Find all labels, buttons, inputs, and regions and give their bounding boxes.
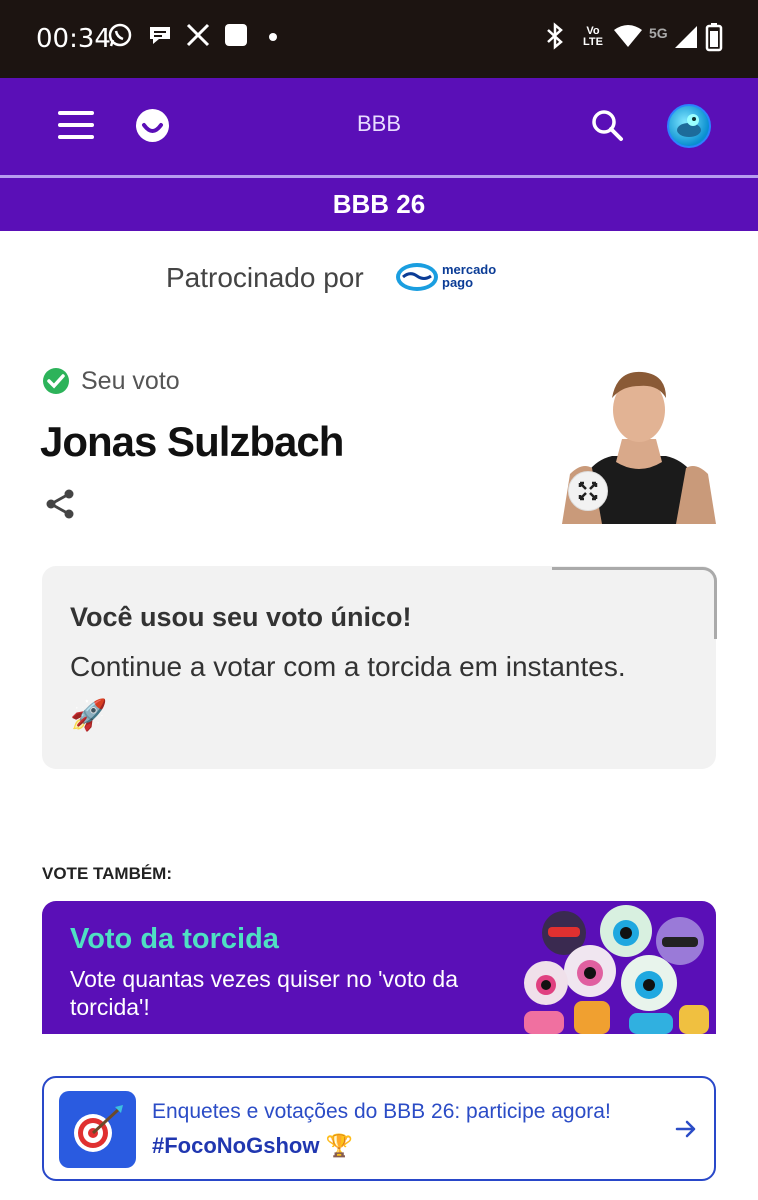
chat-icon xyxy=(150,27,170,44)
user-avatar[interactable] xyxy=(667,104,711,148)
bbb-eye-characters-art xyxy=(524,905,709,1034)
expand-photo-button[interactable] xyxy=(568,471,608,511)
network-type: 5G xyxy=(649,25,668,41)
check-circle-icon xyxy=(43,368,69,394)
header-title: BBB xyxy=(356,111,402,136)
mercado-pago-logo-icon xyxy=(396,263,438,291)
search-icon[interactable] xyxy=(590,108,624,142)
promo-title: Voto da torcida xyxy=(70,923,279,955)
arrow-right-icon[interactable] xyxy=(674,1117,698,1141)
status-bar: 00:34 Vo LTE 5G xyxy=(0,0,758,78)
card-text: Continue a votar com a torcida em instan… xyxy=(70,651,626,682)
card-title: Você usou seu voto único! xyxy=(70,602,412,632)
sponsor-brand: mercado pago xyxy=(442,263,496,289)
app-square-icon xyxy=(225,24,247,46)
dot-icon xyxy=(269,33,277,41)
volte-icon: Vo LTE xyxy=(583,25,603,48)
link-card-hashtag: #FocoNoGshow 🏆 xyxy=(152,1133,353,1158)
expand-icon xyxy=(578,481,598,501)
sponsor-brand-line2: pago xyxy=(442,275,474,290)
vote-status-label: Seu voto xyxy=(81,367,180,395)
card-timer-border xyxy=(552,567,717,639)
wifi-icon xyxy=(614,25,642,47)
share-icon[interactable] xyxy=(45,488,75,520)
voto-torcida-banner[interactable]: Voto da torcida Vote quantas vezes quise… xyxy=(42,901,716,1034)
vote-too-label: VOTE TAMBÉM: xyxy=(42,864,173,883)
sponsor-label: Patrocinado por xyxy=(166,262,364,293)
bluetooth-icon xyxy=(547,22,563,50)
whatsapp-icon xyxy=(108,23,132,47)
foco-no-gshow-link-card[interactable]: Enquetes e votações do BBB 26: participe… xyxy=(42,1076,716,1181)
section-title[interactable]: BBB 26 xyxy=(0,178,758,231)
battery-icon xyxy=(705,23,723,52)
status-time: 00:34 xyxy=(36,24,111,54)
promo-subtitle: Vote quantas vezes quiser no 'voto da to… xyxy=(70,966,458,1020)
app-header: BBB xyxy=(0,78,758,175)
signal-icon xyxy=(675,26,697,48)
x-icon xyxy=(186,23,210,47)
target-dart-icon xyxy=(59,1091,136,1168)
voted-participant-name: Jonas Sulzbach xyxy=(40,418,344,465)
rocket-icon: 🚀 xyxy=(70,699,108,732)
link-card-text: Enquetes e votações do BBB 26: participe… xyxy=(152,1100,611,1123)
